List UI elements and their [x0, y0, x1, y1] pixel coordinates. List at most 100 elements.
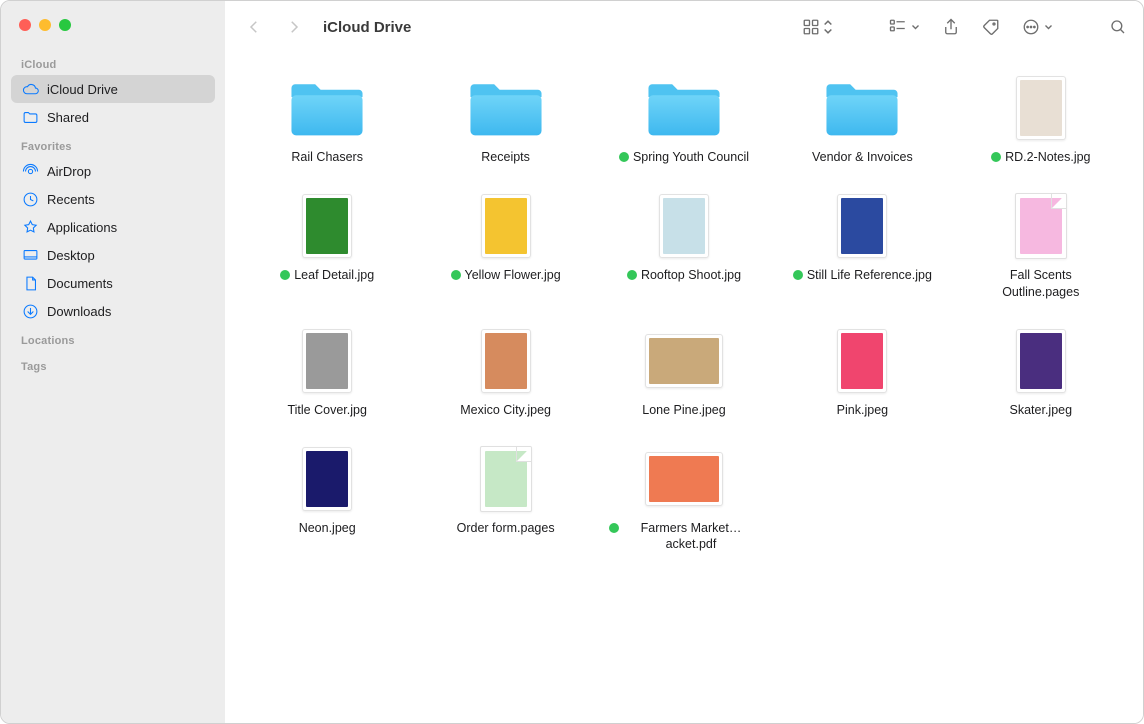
- file-item[interactable]: Skater.jpeg: [957, 326, 1125, 418]
- file-label-row: Vendor & Invoices: [812, 149, 913, 165]
- file-thumbnail: [642, 444, 726, 514]
- file-thumbnail: [285, 326, 369, 396]
- tag-dot: [609, 523, 619, 533]
- file-thumbnail: [464, 326, 548, 396]
- file-item[interactable]: Still Life Reference.jpg: [778, 191, 946, 300]
- search-button[interactable]: [1109, 18, 1127, 36]
- file-name: Leaf Detail.jpg: [294, 267, 374, 283]
- file-thumbnail: [464, 444, 548, 514]
- file-item[interactable]: Rail Chasers: [243, 73, 411, 165]
- sidebar-section-header: Tags: [1, 351, 225, 377]
- file-item[interactable]: Pink.jpeg: [778, 326, 946, 418]
- file-label-row: Lone Pine.jpeg: [642, 402, 725, 418]
- applications-icon: [21, 218, 39, 236]
- downloads-icon: [21, 302, 39, 320]
- file-label-row: Yellow Flower.jpg: [451, 267, 561, 283]
- file-name: Order form.pages: [457, 520, 555, 536]
- file-name: Rooftop Shoot.jpg: [641, 267, 741, 283]
- file-name: Fall Scents Outline.pages: [971, 267, 1111, 300]
- file-item[interactable]: RD.2-Notes.jpg: [957, 73, 1125, 165]
- file-item[interactable]: Farmers Market…acket.pdf: [600, 444, 768, 553]
- file-item[interactable]: Vendor & Invoices: [778, 73, 946, 165]
- sidebar-item-label: Desktop: [47, 248, 95, 263]
- sidebar-item-label: Downloads: [47, 304, 111, 319]
- window-controls: [1, 11, 225, 49]
- finder-window: iCloud iCloud Drive Shared FavoritesAirDrop…: [0, 0, 1144, 724]
- file-item[interactable]: Yellow Flower.jpg: [421, 191, 589, 300]
- tags-button[interactable]: [982, 18, 1000, 36]
- tag-dot: [280, 270, 290, 280]
- file-thumbnail: [464, 191, 548, 261]
- file-name: RD.2-Notes.jpg: [1005, 149, 1090, 165]
- sidebar-item-shared[interactable]: Shared: [11, 103, 215, 131]
- file-label-row: Title Cover.jpg: [287, 402, 366, 418]
- tag-dot: [793, 270, 803, 280]
- shared-folder-icon: [21, 108, 39, 126]
- forward-button[interactable]: [285, 18, 303, 36]
- file-thumbnail: [999, 326, 1083, 396]
- sidebar-item-label: Shared: [47, 110, 89, 125]
- file-label-row: Neon.jpeg: [299, 520, 356, 536]
- file-browser[interactable]: Rail Chasers Receipts Spring Youth Counc…: [225, 53, 1143, 723]
- file-thumbnail: [820, 326, 904, 396]
- minimize-window-button[interactable]: [39, 19, 51, 31]
- file-item[interactable]: Leaf Detail.jpg: [243, 191, 411, 300]
- file-name: Pink.jpeg: [837, 402, 888, 418]
- file-item[interactable]: Spring Youth Council: [600, 73, 768, 165]
- close-window-button[interactable]: [19, 19, 31, 31]
- tag-dot: [619, 152, 629, 162]
- sidebar-item-desktop[interactable]: Desktop: [11, 241, 215, 269]
- folder-icon: [642, 73, 726, 143]
- folder-icon: [820, 73, 904, 143]
- sidebar-item-airdrop[interactable]: AirDrop: [11, 157, 215, 185]
- folder-icon: [464, 73, 548, 143]
- file-label-row: Skater.jpeg: [1010, 402, 1073, 418]
- sidebar-item-icloud-drive[interactable]: iCloud Drive: [11, 75, 215, 103]
- sidebar-section-header: Favorites: [1, 131, 225, 157]
- file-label-row: Order form.pages: [457, 520, 555, 536]
- file-item[interactable]: Lone Pine.jpeg: [600, 326, 768, 418]
- file-label-row: Spring Youth Council: [619, 149, 749, 165]
- file-label-row: Rooftop Shoot.jpg: [627, 267, 741, 283]
- file-name: Neon.jpeg: [299, 520, 356, 536]
- folder-icon: [285, 73, 369, 143]
- documents-icon: [21, 274, 39, 292]
- sidebar: iCloud iCloud Drive Shared FavoritesAirDrop…: [1, 1, 225, 723]
- file-thumbnail: [285, 191, 369, 261]
- actions-button[interactable]: [1022, 18, 1053, 36]
- main-pane: iCloud Drive: [225, 1, 1143, 723]
- file-name: Still Life Reference.jpg: [807, 267, 932, 283]
- file-item[interactable]: Receipts: [421, 73, 589, 165]
- file-thumbnail: [285, 444, 369, 514]
- file-item[interactable]: Title Cover.jpg: [243, 326, 411, 418]
- file-item[interactable]: Neon.jpeg: [243, 444, 411, 553]
- airdrop-icon: [21, 162, 39, 180]
- file-label-row: Rail Chasers: [291, 149, 363, 165]
- file-thumbnail: [999, 191, 1083, 261]
- sidebar-item-applications[interactable]: Applications: [11, 213, 215, 241]
- sidebar-item-downloads[interactable]: Downloads: [11, 297, 215, 325]
- view-switcher[interactable]: [802, 18, 833, 36]
- tag-dot: [627, 270, 637, 280]
- back-button[interactable]: [245, 18, 263, 36]
- file-name: Vendor & Invoices: [812, 149, 913, 165]
- zoom-window-button[interactable]: [59, 19, 71, 31]
- file-item[interactable]: Mexico City.jpeg: [421, 326, 589, 418]
- file-name: Rail Chasers: [291, 149, 363, 165]
- sidebar-item-documents[interactable]: Documents: [11, 269, 215, 297]
- sidebar-item-recents[interactable]: Recents: [11, 185, 215, 213]
- share-button[interactable]: [942, 18, 960, 36]
- sidebar-section-header: iCloud: [1, 49, 225, 75]
- sidebar-item-label: Applications: [47, 220, 117, 235]
- group-by-button[interactable]: [889, 18, 920, 36]
- location-title: iCloud Drive: [323, 19, 411, 36]
- file-name: Spring Youth Council: [633, 149, 749, 165]
- file-name: Lone Pine.jpeg: [642, 402, 725, 418]
- file-item[interactable]: Rooftop Shoot.jpg: [600, 191, 768, 300]
- file-item[interactable]: Fall Scents Outline.pages: [957, 191, 1125, 300]
- file-label-row: Still Life Reference.jpg: [793, 267, 932, 283]
- file-item[interactable]: Order form.pages: [421, 444, 589, 553]
- sidebar-item-label: iCloud Drive: [47, 82, 118, 97]
- file-thumbnail: [642, 191, 726, 261]
- file-name: Yellow Flower.jpg: [465, 267, 561, 283]
